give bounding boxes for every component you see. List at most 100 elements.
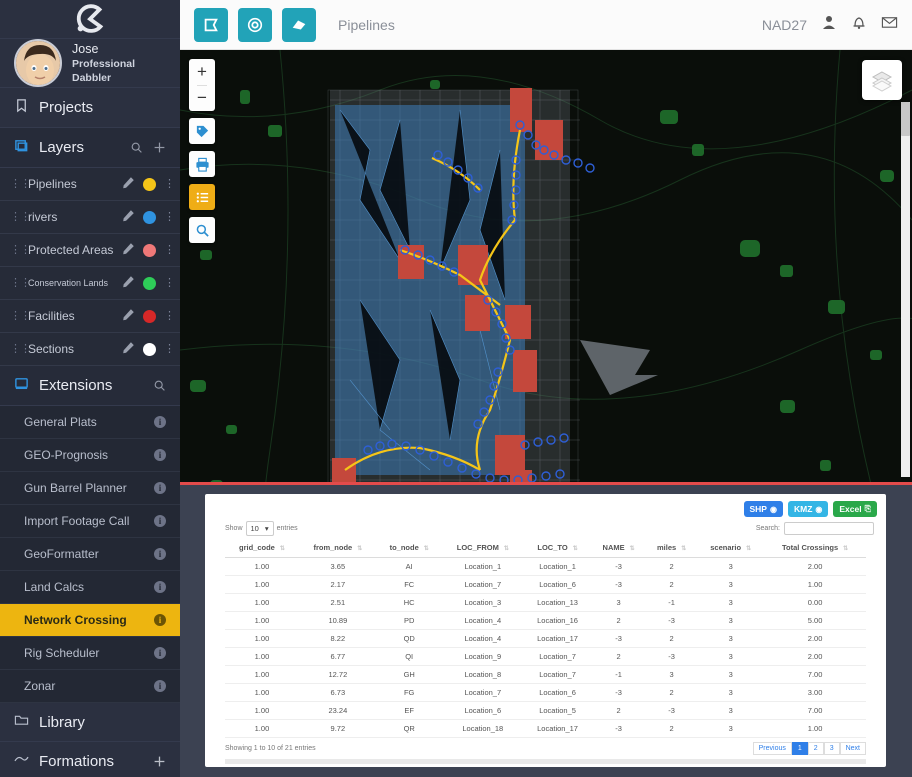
column-header[interactable]: miles⇅ <box>646 538 697 558</box>
extension-item[interactable]: GeoFormatteri <box>0 538 180 571</box>
column-header[interactable]: scenario⇅ <box>697 538 764 558</box>
drag-handle-icon[interactable]: ⋮⋮ <box>10 180 20 188</box>
layer-color-swatch[interactable] <box>143 310 156 323</box>
column-header[interactable]: from_node⇅ <box>299 538 377 558</box>
extension-item[interactable]: Gun Barrel Planneri <box>0 472 180 505</box>
column-header[interactable]: to_node⇅ <box>377 538 442 558</box>
print-button[interactable] <box>189 151 215 177</box>
layer-row[interactable]: ⋮⋮rivers⋮ <box>0 201 180 234</box>
polygon-select-tool-button[interactable] <box>194 8 228 42</box>
table-row[interactable]: 1.0010.89PDLocation_4Location_162-335.00 <box>225 612 866 630</box>
search-input[interactable] <box>784 522 874 535</box>
info-icon[interactable]: i <box>154 614 166 626</box>
info-icon[interactable]: i <box>154 449 166 461</box>
extension-item[interactable]: GEO-Prognosisi <box>0 439 180 472</box>
export-shp-button[interactable]: SHP◉ <box>744 501 783 517</box>
table-row[interactable]: 1.002.17FCLocation_7Location_6-3231.00 <box>225 576 866 594</box>
column-header[interactable]: NAME⇅ <box>591 538 646 558</box>
edit-pencil-icon[interactable] <box>122 176 135 192</box>
sidebar-item-layers[interactable]: Layers <box>0 128 180 168</box>
edit-pencil-icon[interactable] <box>122 209 135 225</box>
map-scrollbar-thumb[interactable] <box>901 102 910 136</box>
layer-menu-icon[interactable]: ⋮ <box>164 215 170 219</box>
bell-icon[interactable] <box>851 14 867 35</box>
table-row[interactable]: 1.003.65AILocation_1Location_1-3232.00 <box>225 558 866 576</box>
export-excel-button[interactable]: Excel⎘ <box>833 501 877 517</box>
table-row[interactable]: 1.008.22QDLocation_4Location_17-3232.00 <box>225 630 866 648</box>
layer-color-swatch[interactable] <box>143 178 156 191</box>
layer-menu-icon[interactable]: ⋮ <box>164 182 170 186</box>
edit-pencil-icon[interactable] <box>122 275 135 291</box>
table-row[interactable]: 1.006.73FGLocation_7Location_6-3233.00 <box>225 684 866 702</box>
table-row[interactable]: 1.0023.24EFLocation_6Location_52-337.00 <box>225 702 866 720</box>
sidebar-item-projects[interactable]: Projects <box>0 88 180 128</box>
layer-color-swatch[interactable] <box>143 211 156 224</box>
app-logo[interactable] <box>0 0 180 39</box>
zoom-out-button[interactable]: − <box>197 86 207 112</box>
table-row[interactable]: 1.0012.72GHLocation_8Location_7-1337.00 <box>225 666 866 684</box>
table-row[interactable]: 1.009.72QRLocation_18Location_17-3231.00 <box>225 720 866 738</box>
column-header[interactable]: Total Crossings⇅ <box>764 538 866 558</box>
extension-item[interactable]: Rig Scheduleri <box>0 637 180 670</box>
info-icon[interactable]: i <box>154 515 166 527</box>
pagination-page-1[interactable]: 1 <box>792 742 808 755</box>
layer-row[interactable]: ⋮⋮Conservation Lands⋮ <box>0 267 180 300</box>
layer-row[interactable]: ⋮⋮Protected Areas⋮ <box>0 234 180 267</box>
layers-search-icon[interactable] <box>130 141 143 154</box>
layer-row[interactable]: ⋮⋮Sections⋮ <box>0 333 180 366</box>
sidebar-item-formations[interactable]: Formations <box>0 742 180 777</box>
mail-icon[interactable] <box>881 14 898 35</box>
user-profile[interactable]: Jose Professional Dabbler <box>0 39 180 88</box>
layer-color-swatch[interactable] <box>143 244 156 257</box>
drag-handle-icon[interactable]: ⋮⋮ <box>10 279 20 287</box>
pagination-page-2[interactable]: 2 <box>808 742 824 755</box>
edit-pencil-icon[interactable] <box>122 341 135 357</box>
layer-menu-icon[interactable]: ⋮ <box>164 248 170 252</box>
export-kmz-button[interactable]: KMZ◉ <box>788 501 828 517</box>
drag-handle-icon[interactable]: ⋮⋮ <box>10 246 20 254</box>
drag-handle-icon[interactable]: ⋮⋮ <box>10 213 20 221</box>
layer-row[interactable]: ⋮⋮Pipelines⋮ <box>0 168 180 201</box>
map-canvas[interactable]: + − <box>180 50 912 777</box>
info-icon[interactable]: i <box>154 581 166 593</box>
map-search-button[interactable] <box>189 217 215 243</box>
extension-item[interactable]: Land Calcsi <box>0 571 180 604</box>
layer-color-swatch[interactable] <box>143 277 156 290</box>
map-scrollbar[interactable] <box>901 102 910 477</box>
tag-tool-button[interactable] <box>189 118 215 144</box>
drag-handle-icon[interactable]: ⋮⋮ <box>10 312 20 320</box>
drag-handle-icon[interactable]: ⋮⋮ <box>10 345 20 353</box>
extension-item[interactable]: Network Crossingi <box>0 604 180 637</box>
extension-item[interactable]: Import Footage Calli <box>0 505 180 538</box>
layer-menu-icon[interactable]: ⋮ <box>164 347 170 351</box>
map-layers-toggle[interactable] <box>862 60 902 100</box>
pagination-page-3[interactable]: 3 <box>824 742 840 755</box>
info-icon[interactable]: i <box>154 548 166 560</box>
pagination-previous[interactable]: Previous <box>753 742 792 755</box>
extensions-search-icon[interactable] <box>153 379 166 392</box>
layers-add-icon[interactable] <box>153 141 166 154</box>
target-tool-button[interactable] <box>238 8 272 42</box>
info-icon[interactable]: i <box>154 647 166 659</box>
table-horizontal-scrollbar[interactable] <box>225 759 866 764</box>
entries-select[interactable]: 10 ▾ <box>246 521 274 536</box>
legend-button[interactable] <box>189 184 215 210</box>
sidebar-item-library[interactable]: Library <box>0 703 180 742</box>
table-row[interactable]: 1.002.51HCLocation_3Location_133-130.00 <box>225 594 866 612</box>
zoom-in-button[interactable]: + <box>197 59 207 86</box>
info-icon[interactable]: i <box>154 482 166 494</box>
layer-menu-icon[interactable]: ⋮ <box>164 281 170 285</box>
sidebar-item-extensions[interactable]: Extensions <box>0 366 180 406</box>
column-header[interactable]: LOC_FROM⇅ <box>442 538 524 558</box>
extension-item[interactable]: Zonari <box>0 670 180 703</box>
info-icon[interactable]: i <box>154 680 166 692</box>
info-icon[interactable]: i <box>154 416 166 428</box>
column-header[interactable]: LOC_TO⇅ <box>524 538 591 558</box>
edit-pencil-icon[interactable] <box>122 308 135 324</box>
user-icon[interactable] <box>821 14 837 35</box>
extension-item[interactable]: General Platsi <box>0 406 180 439</box>
layer-row[interactable]: ⋮⋮Facilities⋮ <box>0 300 180 333</box>
edit-pencil-icon[interactable] <box>122 242 135 258</box>
eraser-tool-button[interactable] <box>282 8 316 42</box>
pagination-next[interactable]: Next <box>840 742 866 755</box>
